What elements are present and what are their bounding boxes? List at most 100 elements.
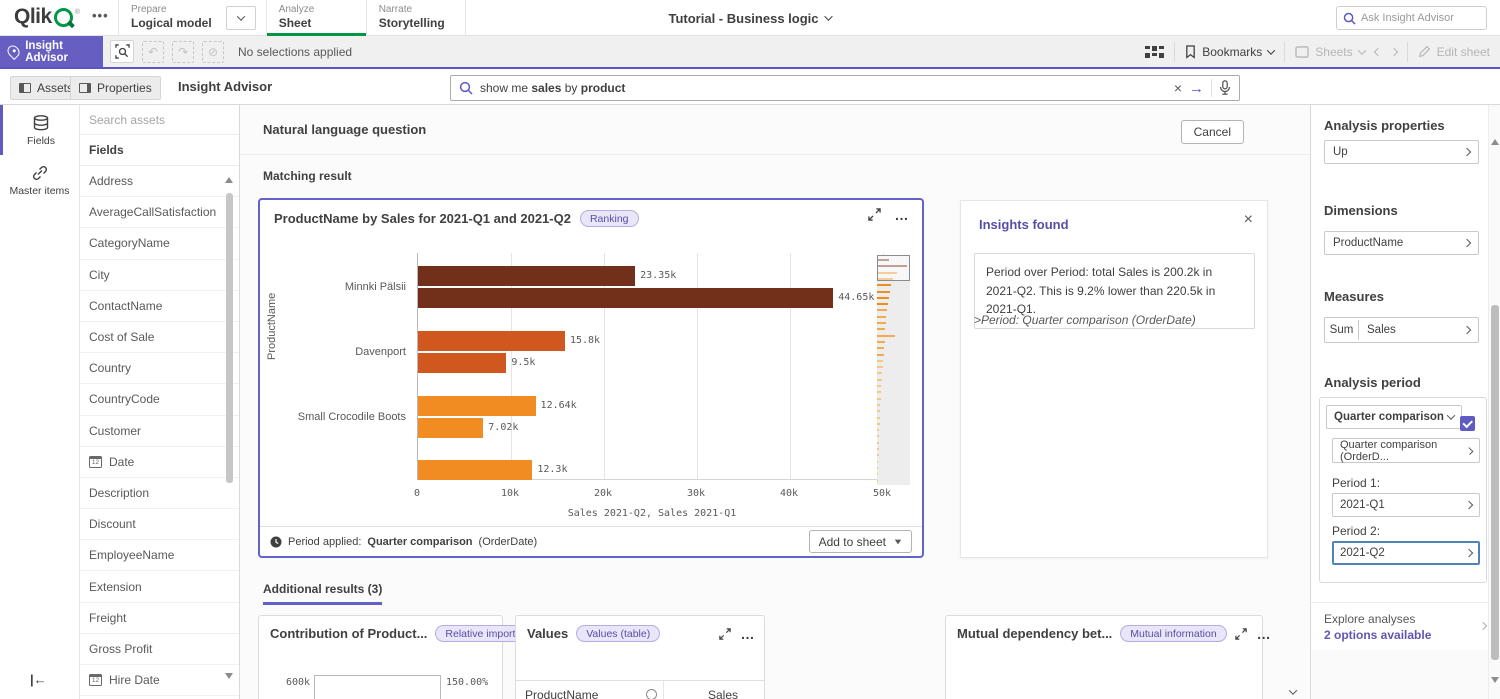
dimension-productname[interactable]: ProductName (1324, 231, 1479, 255)
field-item[interactable]: CountryCode (80, 384, 239, 415)
search-assets-box[interactable] (80, 105, 239, 135)
nl-query-bar[interactable]: show me sales by product × → (450, 75, 1240, 101)
close-icon[interactable]: × (1244, 211, 1253, 229)
rail-item-fields[interactable]: Fields (0, 105, 79, 155)
period2-selector[interactable]: 2021-Q2 (1332, 541, 1480, 565)
measure-aggregation[interactable]: Sum (1325, 320, 1359, 340)
field-item[interactable]: Address (80, 166, 239, 197)
card-more-menu-icon[interactable]: … (741, 629, 757, 639)
sort-order-selector[interactable]: Up (1324, 140, 1479, 164)
bar-Sales 2021-Q1[interactable] (418, 353, 506, 373)
expand-icon[interactable] (1235, 628, 1247, 640)
field-item[interactable]: Freight (80, 603, 239, 634)
step-back-button[interactable]: ↶ (142, 41, 164, 63)
ask-insight-advisor-search[interactable] (1336, 6, 1487, 30)
cancel-button[interactable]: Cancel (1181, 120, 1244, 144)
prepare-dropdown-button[interactable] (226, 6, 256, 30)
expand-icon[interactable] (868, 208, 881, 221)
matching-result-chart-card[interactable]: ProductName by Sales for 2021-Q1 and 202… (258, 198, 924, 558)
scroll-up-icon[interactable] (225, 177, 233, 183)
bar-value-label: 44.65k (838, 292, 874, 303)
scrollbar-thumb[interactable] (1491, 305, 1499, 660)
window-scrollbar[interactable] (1488, 105, 1500, 699)
tab-analyze[interactable]: Analyze Sheet (266, 0, 366, 36)
smart-search-button[interactable] (110, 40, 134, 63)
minimap-viewport[interactable] (877, 255, 910, 281)
app-title-selector[interactable]: Tutorial - Business logic (668, 0, 831, 36)
microphone-icon[interactable] (1219, 80, 1231, 96)
result-card-mutual-dependency[interactable]: Mutual dependency bet... Mutual informat… (945, 615, 1263, 699)
search-assets-input[interactable] (89, 113, 219, 127)
field-item[interactable]: Discount (80, 509, 239, 540)
period1-selector[interactable]: 2021-Q1 (1332, 493, 1480, 517)
next-sheet-button[interactable] (1391, 49, 1397, 55)
divider (1407, 42, 1408, 62)
scrollbar-thumb[interactable] (226, 193, 233, 483)
period-field-selector[interactable]: Quarter comparison (OrderD... (1332, 438, 1480, 463)
bar-Sales 2021-Q2[interactable] (418, 460, 532, 480)
category-label[interactable]: Small Crocodile Boots (298, 411, 406, 423)
clear-selections-button[interactable]: ⊘ (202, 41, 224, 63)
global-more-menu[interactable]: ••• (92, 8, 109, 23)
field-item[interactable]: Description (80, 478, 239, 509)
column-search-icon[interactable] (646, 689, 657, 699)
additional-results-tab[interactable]: Additional results (3) (263, 582, 382, 605)
bar-Sales 2021-Q1[interactable] (418, 418, 483, 438)
bookmarks-button[interactable]: Bookmarks (1185, 45, 1274, 59)
chart-more-menu-icon[interactable]: … (895, 210, 911, 220)
ask-insight-advisor-input[interactable] (1361, 12, 1471, 24)
expand-icon[interactable] (719, 628, 731, 640)
collapse-panel-icon[interactable]: |← (30, 672, 47, 687)
qlik-logo[interactable]: Qlik ® (14, 5, 80, 29)
advisor-results-area: Natural language question Cancel Matchin… (240, 105, 1310, 699)
field-item[interactable]: 12Hire Date (80, 665, 239, 696)
tab-prepare[interactable]: Prepare Logical model (118, 0, 224, 36)
assets-scrollbar[interactable] (225, 171, 234, 683)
sheets-button[interactable]: Sheets (1295, 45, 1364, 59)
chart-suggestions-icon[interactable] (1145, 46, 1164, 58)
insight-advisor-button[interactable]: Insight Advisor (0, 36, 103, 67)
rail-item-master-items[interactable]: Master items (0, 155, 79, 205)
submit-query-icon[interactable]: → (1189, 81, 1204, 96)
field-item[interactable]: Gross Profit (80, 634, 239, 665)
tab-narrate[interactable]: Narrate Storytelling (366, 0, 466, 36)
explore-analyses-button[interactable]: Explore analyses 2 options available (1311, 602, 1500, 654)
field-item[interactable]: Customer (80, 416, 239, 447)
bar-Sales 2021-Q2[interactable] (418, 331, 565, 351)
bar-value-label: 12.64k (541, 400, 577, 411)
previous-sheet-button[interactable] (1375, 49, 1381, 55)
category-label[interactable]: Minnki Pälsii (345, 281, 406, 293)
measure-sales[interactable]: Sum Sales (1324, 317, 1479, 343)
result-card-values-table[interactable]: Values Values (table) … ProductName Sale… (515, 615, 765, 699)
field-item[interactable]: ContactName (80, 291, 239, 322)
add-to-sheet-button[interactable]: Add to sheet (809, 530, 912, 553)
scroll-down-indicator[interactable] (1290, 682, 1296, 699)
field-item[interactable]: EmployeeName (80, 540, 239, 571)
bar-Sales 2021-Q1[interactable] (418, 288, 833, 308)
period-type-dropdown[interactable]: Quarter comparison (1326, 405, 1462, 429)
field-item[interactable]: CategoryName (80, 228, 239, 259)
step-forward-button[interactable]: ↷ (172, 41, 194, 63)
chart-minimap-scroll[interactable] (877, 255, 910, 485)
table-column-sales[interactable]: Sales (664, 681, 764, 699)
scroll-up-icon[interactable] (1491, 139, 1499, 145)
field-item[interactable]: Cost of Sale (80, 322, 239, 353)
period-enabled-checkbox[interactable] (1460, 416, 1475, 431)
field-item[interactable]: AverageCallSatisfaction (80, 197, 239, 228)
bar-Sales 2021-Q2[interactable] (418, 266, 635, 286)
field-item[interactable]: Extension (80, 571, 239, 602)
category-label[interactable]: Davenport (355, 346, 406, 358)
properties-panel-toggle[interactable]: Properties (70, 76, 161, 100)
clear-query-icon[interactable]: × (1174, 81, 1182, 95)
field-item[interactable]: Country (80, 353, 239, 384)
field-item[interactable]: 12Date (80, 447, 239, 478)
result-card-contribution[interactable]: Contribution of Product... Relative impo… (258, 615, 503, 699)
scroll-down-icon[interactable] (1491, 677, 1499, 683)
card-more-menu-icon[interactable]: … (1257, 629, 1273, 639)
table-column-productname[interactable]: ProductName (516, 681, 664, 699)
field-item[interactable]: City (80, 260, 239, 291)
bar-Sales 2021-Q2[interactable] (418, 396, 536, 416)
nl-query-text[interactable]: show me sales by product (480, 81, 1167, 95)
scroll-down-icon[interactable] (225, 673, 233, 679)
edit-sheet-button[interactable]: Edit sheet (1418, 45, 1490, 59)
